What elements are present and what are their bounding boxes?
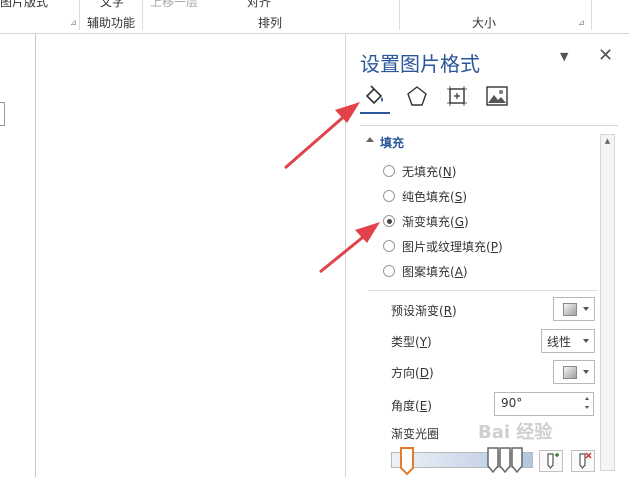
annotation-arrow-gradient — [319, 222, 380, 274]
annotation-arrows — [284, 102, 380, 274]
annotation-arrow-tab — [284, 102, 360, 170]
